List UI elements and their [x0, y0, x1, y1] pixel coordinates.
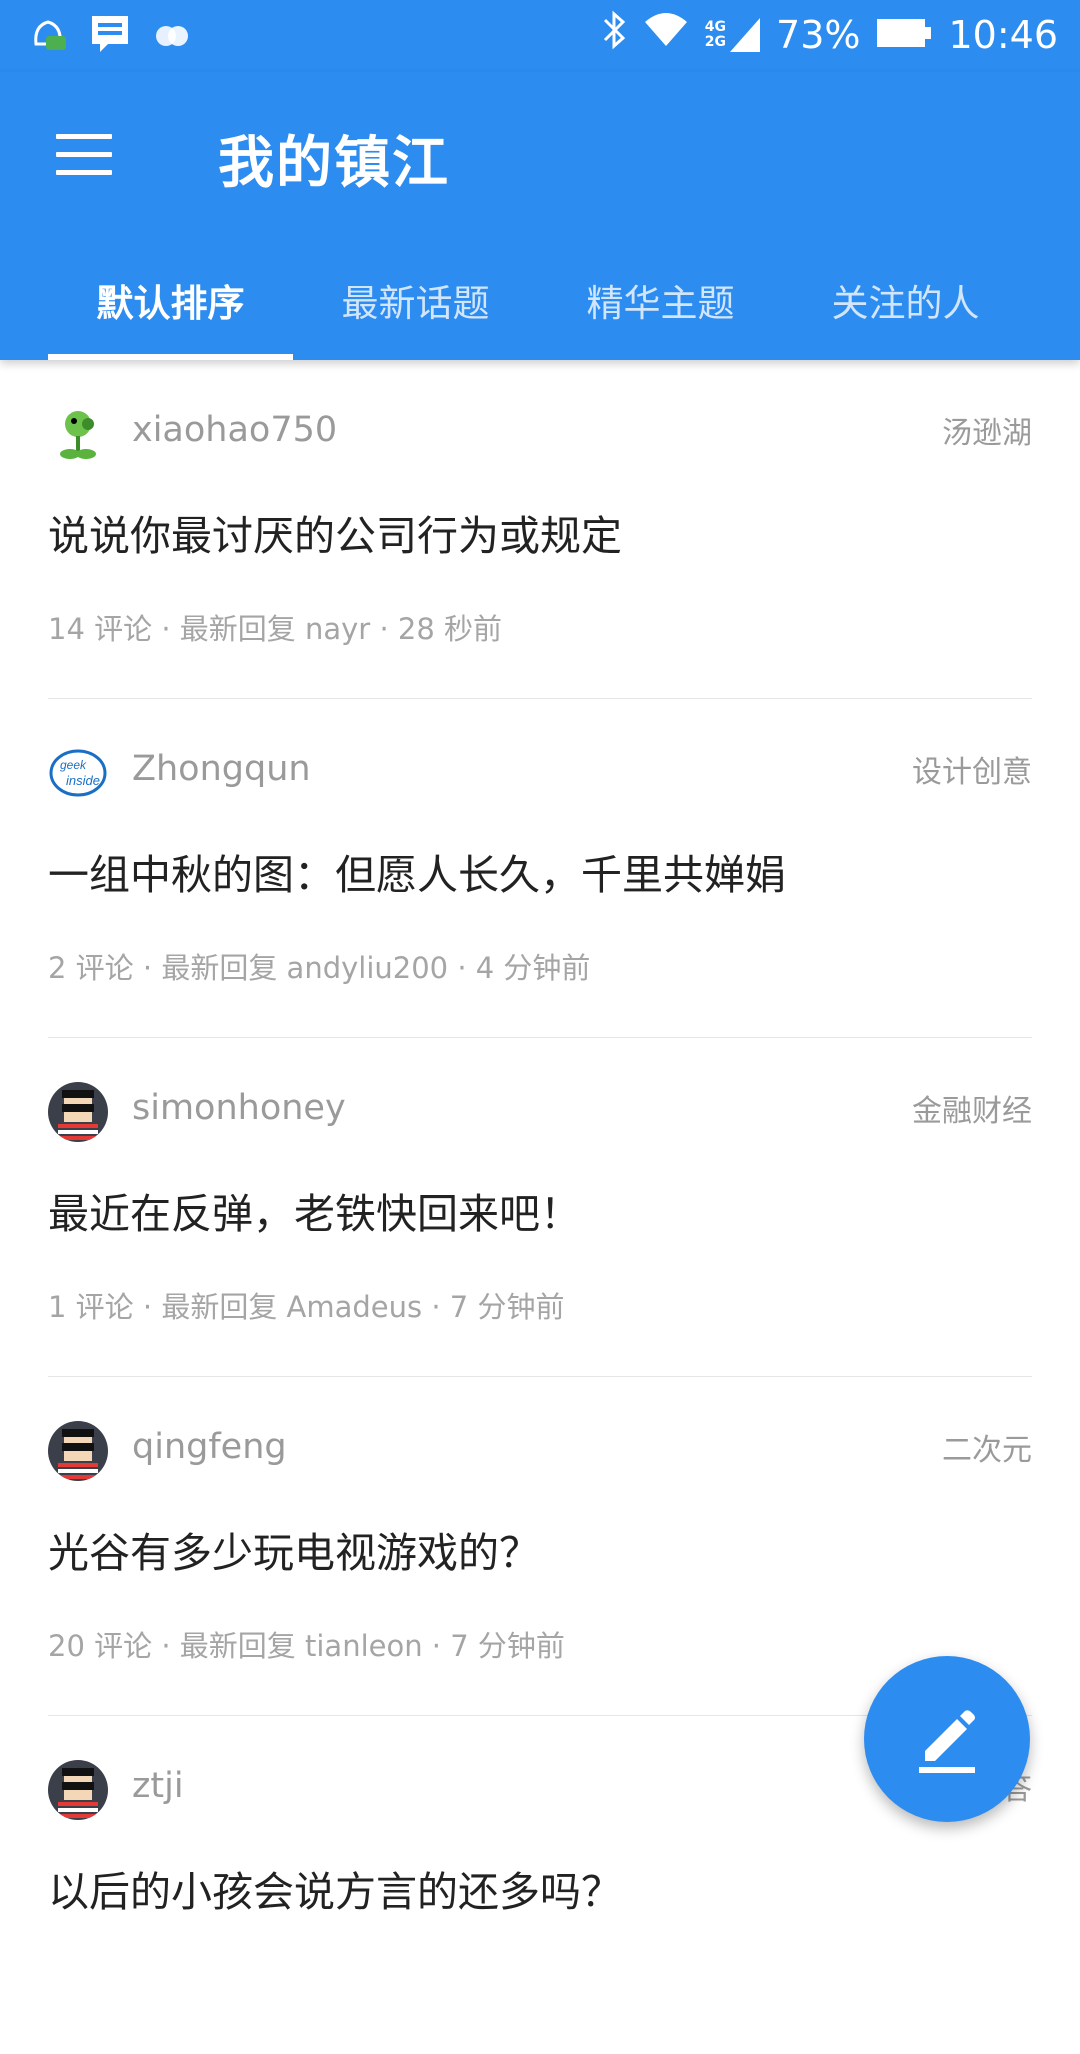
pixel-face-avatar-icon[interactable]	[48, 1421, 108, 1481]
post-title[interactable]: 光谷有多少玩电视游戏的？	[48, 1519, 540, 1579]
post-category[interactable]: 二次元	[942, 1425, 1032, 1469]
tab-default-sort[interactable]: 默认排序	[48, 252, 293, 360]
tab-latest-topics[interactable]: 最新话题	[293, 252, 538, 360]
pixel-face-avatar-icon[interactable]	[48, 1082, 108, 1142]
status-bar: 4G 2G 73% 10:46	[0, 0, 1080, 72]
post-author[interactable]: ztji	[132, 1766, 184, 1806]
cellular-signal-icon: 4G 2G	[705, 17, 761, 52]
pencil-icon	[919, 1710, 975, 1773]
battery-icon	[876, 13, 932, 57]
tab-featured-topics[interactable]: 精华主题	[538, 252, 783, 360]
post-author[interactable]: Zhongqun	[132, 749, 311, 789]
cloud-icon	[152, 14, 192, 58]
post-category[interactable]: 设计创意	[912, 747, 1032, 791]
bluetooth-icon	[601, 10, 627, 59]
post-author[interactable]: simonhoney	[132, 1088, 346, 1128]
list-item[interactable]: xiaohao750 汤逊湖 说说你最讨厌的公司行为或规定 14 评论 · 最新…	[48, 360, 1032, 699]
post-title[interactable]: 以后的小孩会说方言的还多吗？	[48, 1858, 622, 1918]
battery-percent: 73%	[776, 12, 861, 57]
tab-bar: 默认排序 最新话题 精华主题 关注的人	[0, 252, 1080, 360]
tab-following[interactable]: 关注的人	[783, 252, 1028, 360]
app-bar: 我的镇江 默认排序 最新话题 精华主题 关注的人	[0, 72, 1080, 360]
geek-inside-avatar-icon[interactable]: geek inside	[48, 743, 108, 803]
post-meta: 2 评论 · 最新回复 andyliu200 · 4 分钟前	[48, 951, 591, 985]
message-icon	[90, 14, 130, 58]
post-category[interactable]: 汤逊湖	[942, 408, 1032, 452]
qq-notification-icon	[28, 14, 68, 58]
post-title[interactable]: 最近在反弹，老铁快回来吧！	[48, 1180, 581, 1240]
post-author[interactable]: xiaohao750	[132, 410, 337, 450]
svg-text:geek: geek	[60, 758, 87, 772]
post-meta: 20 评论 · 最新回复 tianleon · 7 分钟前	[48, 1629, 565, 1663]
wifi-icon	[643, 10, 689, 59]
post-author[interactable]: qingfeng	[132, 1427, 287, 1467]
post-title[interactable]: 一组中秋的图：但愿人长久，千里共婵娟	[48, 841, 786, 901]
post-title[interactable]: 说说你最讨厌的公司行为或规定	[48, 502, 622, 562]
list-item[interactable]: geek inside Zhongqun 设计创意 一组中秋的图：但愿人长久，千…	[48, 699, 1032, 1038]
menu-icon[interactable]	[56, 134, 112, 176]
pixel-face-avatar-icon[interactable]	[48, 1760, 108, 1820]
post-meta: 14 评论 · 最新回复 nayr · 28 秒前	[48, 612, 503, 646]
plant-avatar-icon[interactable]	[48, 404, 108, 464]
list-item[interactable]: simonhoney 金融财经 最近在反弹，老铁快回来吧！ 1 评论 · 最新回…	[48, 1038, 1032, 1377]
list-item[interactable]: qingfeng 二次元 光谷有多少玩电视游戏的？ 20 评论 · 最新回复 t…	[48, 1377, 1032, 1716]
post-category[interactable]: 金融财经	[912, 1086, 1032, 1130]
compose-button[interactable]	[864, 1656, 1030, 1822]
app-title: 我的镇江	[218, 131, 450, 196]
post-meta: 1 评论 · 最新回复 Amadeus · 7 分钟前	[48, 1290, 565, 1324]
svg-text:inside: inside	[66, 773, 100, 788]
clock: 10:46	[948, 12, 1058, 57]
